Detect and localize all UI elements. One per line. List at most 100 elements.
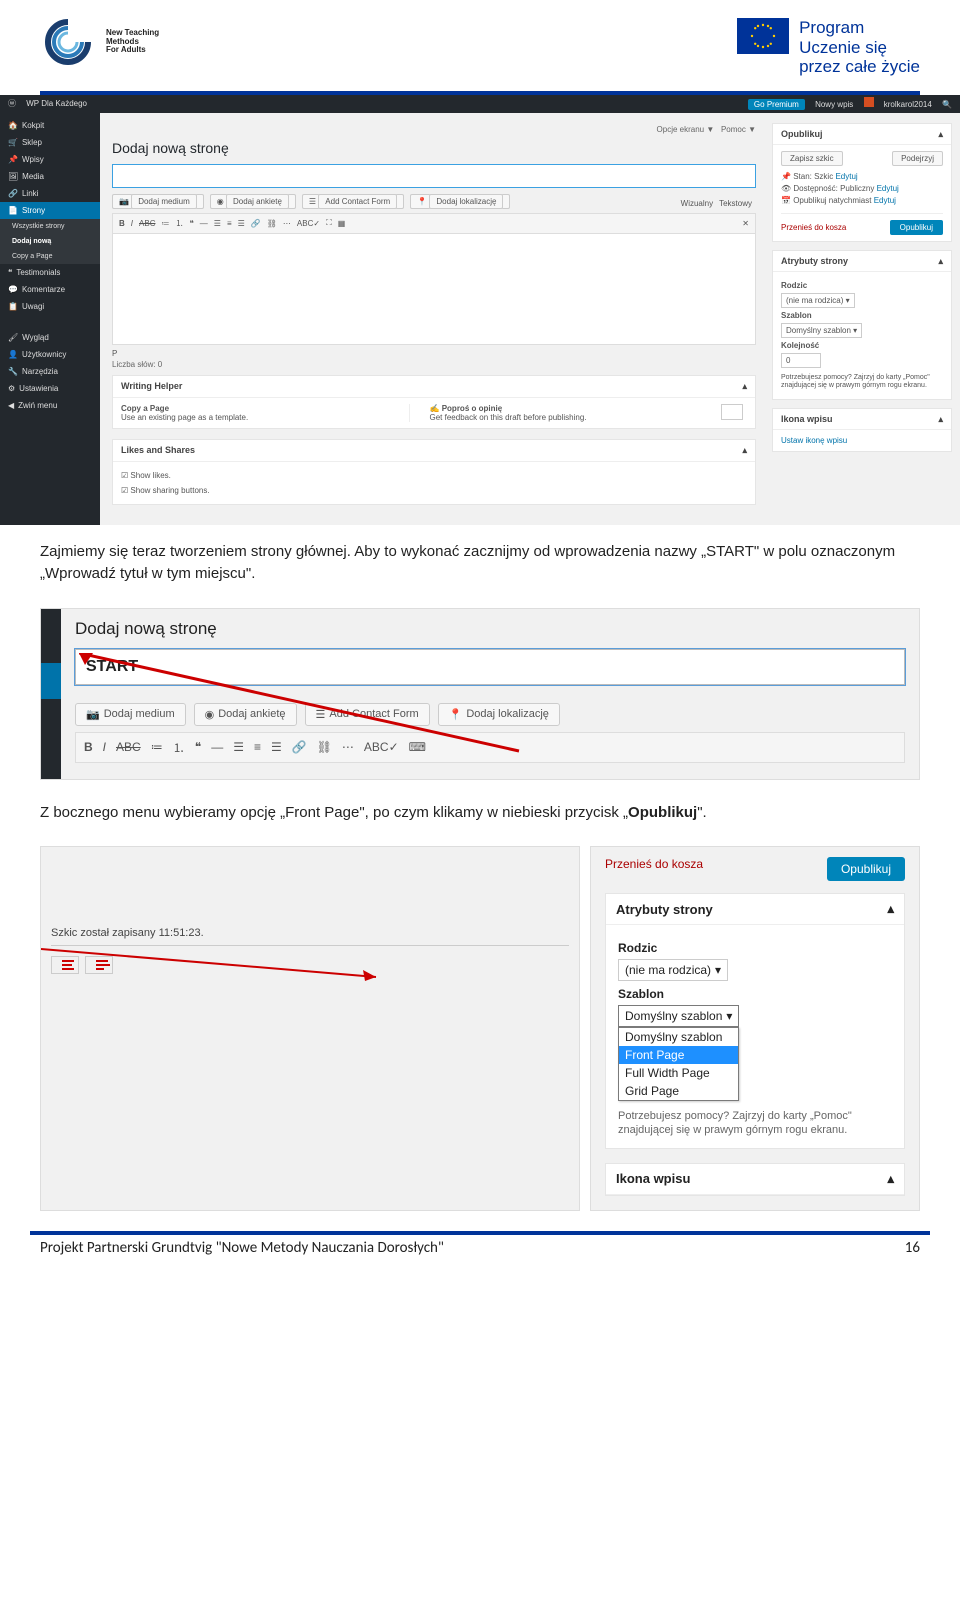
thumb-2[interactable]	[85, 956, 113, 974]
ul-button[interactable]: ≔	[161, 219, 169, 228]
add-media-button-2[interactable]: 📷Dodaj medium	[75, 703, 186, 726]
strike-button[interactable]: ABC	[139, 219, 155, 228]
italic-button[interactable]: I	[103, 740, 106, 754]
hr-button[interactable]: —	[200, 219, 208, 228]
go-premium-button[interactable]: Go Premium	[748, 99, 805, 110]
toggle-icon[interactable]: ▴	[887, 1171, 894, 1187]
toggle-icon[interactable]: ▴	[742, 381, 747, 392]
menu-ustawienia[interactable]: ⚙Ustawienia	[0, 380, 100, 397]
copy-page-option[interactable]: Copy a Page Use an existing page as a te…	[121, 404, 389, 422]
schedule-edit-link[interactable]: Edytuj	[874, 196, 896, 205]
menu-wpisy[interactable]: 📌Wpisy	[0, 151, 100, 168]
toggle-icon[interactable]: ▴	[938, 414, 943, 425]
menu-wyglad[interactable]: 🖌Wygląd	[0, 329, 100, 346]
bold-button[interactable]: B	[84, 740, 93, 754]
trash-link-2[interactable]: Przenieś do kosza	[605, 857, 703, 881]
text-tab[interactable]: Tekstowy	[719, 199, 752, 208]
screen-options-tab[interactable]: Opcje ekranu	[657, 125, 705, 134]
save-draft-button[interactable]: Zapisz szkic	[781, 151, 843, 166]
more-button[interactable]: ⋯	[283, 219, 291, 228]
preview-button[interactable]: Podejrzyj	[892, 151, 943, 166]
site-name[interactable]: WP Dla Każdego	[26, 99, 87, 108]
show-sharing-checkbox[interactable]: ☑ Show sharing buttons.	[121, 483, 747, 498]
align-center-button[interactable]: ≡	[254, 740, 261, 754]
close-editor-icon[interactable]: ✕	[742, 219, 749, 228]
menu-media[interactable]: 🖼Media	[0, 168, 100, 185]
help-tab[interactable]: Pomoc	[721, 125, 746, 134]
add-location-button-2[interactable]: 📍Dodaj lokalizację	[438, 703, 560, 726]
quote-button[interactable]: ❝	[189, 219, 193, 228]
title-input-filled[interactable]: START	[75, 649, 905, 685]
szablon-option-default[interactable]: Domyślny szablon	[619, 1028, 738, 1046]
toggle-icon[interactable]: ▴	[742, 445, 747, 456]
menu-kokpit[interactable]: 🏠Kokpit	[0, 117, 100, 134]
spell-button[interactable]: ABC✓	[297, 219, 320, 228]
trash-link[interactable]: Przenieś do kosza	[781, 223, 846, 232]
szablon-select[interactable]: Domyślny szablon ▾	[781, 323, 862, 338]
link-button[interactable]: 🔗	[292, 740, 307, 754]
status-edit-link[interactable]: Edytuj	[835, 172, 857, 181]
menu-komentarze[interactable]: 💬Komentarze	[0, 281, 100, 298]
show-likes-checkbox[interactable]: ☑ Show likes.	[121, 468, 747, 483]
toggle-icon[interactable]: ▴	[887, 901, 894, 917]
unlink-button[interactable]: ⛓	[267, 219, 277, 228]
wp-logo-icon[interactable]: ⓦ	[8, 99, 16, 108]
menu-dodaj-nowa[interactable]: Dodaj nową	[0, 234, 100, 249]
menu-sklep[interactable]: 🛒Sklep	[0, 134, 100, 151]
link-button[interactable]: 🔗	[251, 219, 261, 228]
kolejnosc-input[interactable]: 0	[781, 353, 821, 368]
menu-uzytkownicy[interactable]: 👤Użytkownicy	[0, 346, 100, 363]
szablon-option-full-width[interactable]: Full Width Page	[619, 1064, 738, 1082]
visual-tab[interactable]: Wizualny	[681, 199, 713, 208]
menu-strony[interactable]: 📄Strony	[0, 202, 100, 219]
rodzic-select[interactable]: (nie ma rodzica) ▾	[781, 293, 855, 308]
title-input[interactable]	[112, 164, 756, 188]
set-featured-image-link[interactable]: Ustaw ikonę wpisu	[781, 436, 847, 445]
visibility-edit-link[interactable]: Edytuj	[877, 184, 899, 193]
szablon-option-grid[interactable]: Grid Page	[619, 1082, 738, 1100]
align-left-button[interactable]: ☰	[233, 740, 244, 754]
fullscreen-button[interactable]: ⛶	[326, 218, 332, 228]
add-contact-form-button[interactable]: ☰ Add Contact Form	[302, 194, 404, 209]
thumb-1[interactable]	[51, 956, 79, 974]
quote-button[interactable]: ❝	[195, 740, 201, 754]
spell-button[interactable]: ABC✓	[364, 740, 399, 754]
content-editor[interactable]	[112, 234, 756, 345]
more-button[interactable]: ⋯	[342, 740, 354, 754]
hr-button[interactable]: —	[211, 740, 223, 754]
publish-button[interactable]: Opublikuj	[890, 220, 943, 235]
szablon-option-front-page[interactable]: Front Page	[619, 1046, 738, 1064]
menu-uwagi[interactable]: 📋Uwagi	[0, 298, 100, 315]
unlink-button[interactable]: ⛓	[317, 740, 332, 754]
menu-wszystkie-strony[interactable]: Wszystkie strony	[0, 219, 100, 234]
request-feedback-option[interactable]: ✍ Poproś o opinię Get feedback on this d…	[430, 404, 698, 422]
add-poll-button[interactable]: ◉ Dodaj ankietę	[210, 194, 296, 209]
add-contact-form-button-2[interactable]: ☰Add Contact Form	[305, 703, 430, 726]
add-media-button[interactable]: 📷 Dodaj medium	[112, 194, 204, 209]
toggle-icon[interactable]: ▴	[938, 256, 943, 267]
new-post-link[interactable]: Nowy wpis	[815, 100, 853, 109]
rodzic-select-2[interactable]: (nie ma rodzica) ▾	[618, 959, 728, 981]
menu-linki[interactable]: 🔗Linki	[0, 185, 100, 202]
ol-button[interactable]: ⒈	[175, 218, 183, 229]
add-location-button[interactable]: 📍 Dodaj lokalizację	[410, 194, 510, 209]
menu-copy-page[interactable]: Copy a Page	[0, 249, 100, 264]
add-poll-button-2[interactable]: ◉Dodaj ankietę	[194, 703, 297, 726]
search-icon[interactable]: 🔍	[942, 100, 952, 109]
keyboard-button[interactable]: ⌨	[409, 740, 426, 754]
strike-button[interactable]: ABC	[116, 740, 141, 754]
italic-button[interactable]: I	[131, 219, 133, 228]
szablon-select-2[interactable]: Domyślny szablon ▾	[618, 1005, 739, 1027]
publish-button-2[interactable]: Opublikuj	[827, 857, 905, 881]
align-right-button[interactable]: ☰	[271, 740, 282, 754]
menu-testimonials[interactable]: ❝Testimonials	[0, 264, 100, 281]
ol-button[interactable]: ⒈	[173, 739, 185, 756]
align-center-button[interactable]: ≡	[227, 219, 232, 228]
ul-button[interactable]: ≔	[151, 740, 163, 754]
toggle-icon[interactable]: ▴	[938, 129, 943, 140]
user-name[interactable]: krolkarol2014	[884, 100, 932, 109]
menu-narzedzia[interactable]: 🔧Narzędzia	[0, 363, 100, 380]
align-right-button[interactable]: ☰	[238, 219, 245, 228]
menu-zwin[interactable]: ◀Zwiń menu	[0, 397, 100, 414]
bold-button[interactable]: B	[119, 219, 125, 228]
